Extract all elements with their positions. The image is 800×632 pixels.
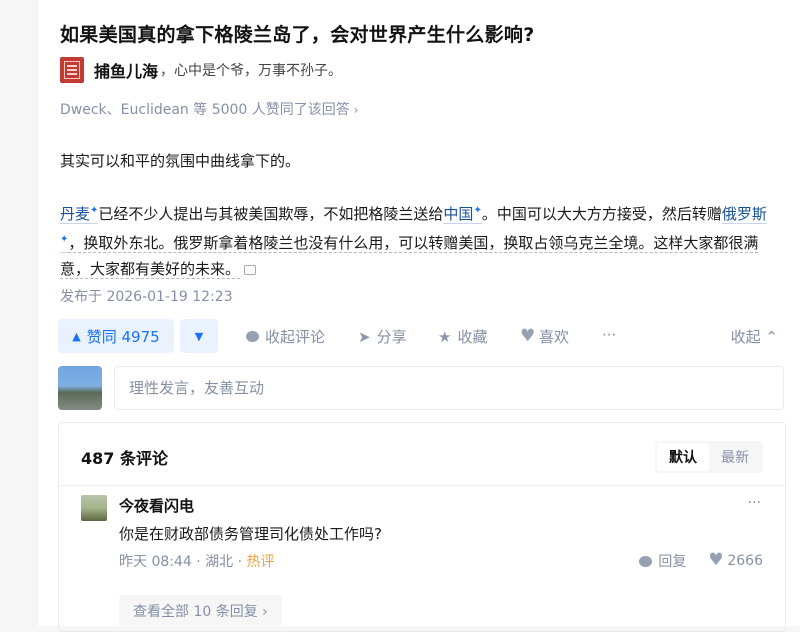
link-china[interactable]: 中国✦ [443,205,482,224]
sort-default-tab[interactable]: 默认 [657,443,709,471]
link-denmark[interactable]: 丹麦✦ [60,205,99,224]
heart-icon [520,326,535,346]
upvote-button[interactable]: ▲ 赞同 4975 [58,319,174,353]
comment-count: 487 条评论 [81,449,168,468]
downvote-button[interactable]: ▼ [180,319,218,353]
comment-location: 湖北 [205,554,234,570]
spark-icon: ✦ [473,205,482,216]
heart-icon[interactable] [708,550,723,570]
reply-button[interactable]: 回复 [658,551,686,571]
chevron-right-icon: › [353,103,359,117]
chevron-up-icon: ⌃ [765,328,778,346]
triangle-down-icon: ▼ [194,329,204,343]
comment-input[interactable]: 理性发言，友善互动 [114,366,784,410]
answer-paragraph-1: 其实可以和平的氛围中曲线拿下的。 [60,152,301,170]
comments-panel: 487 条评论 默认 最新 今夜看闪电 ··· 你是在财政部债务管理司化债处工作… [58,422,786,632]
collapse-button[interactable]: 收起 ⌃ [731,326,778,347]
share-button[interactable]: ➤ 分享 [358,326,407,347]
answer-text-1: 已经不少人提出与其被美国欺辱，不如把格陵兰送给 [98,205,444,223]
answer-text-3: ，换取外东北。俄罗斯拿着格陵兰也没有什么用，可以转赠美国，换取占领乌克兰全境。这… [60,234,759,279]
commenter-name[interactable]: 今夜看闪电 [119,495,194,516]
current-user-avatar[interactable] [58,366,102,410]
inline-comment-icon[interactable] [244,264,257,275]
comment-text: 你是在财政部债务管理司化债处工作吗? [119,525,382,543]
voters-text: Dweck、Euclidean 等 5000 人赞同了该回答 [60,102,350,118]
upvote-label: 赞同 4975 [86,327,160,346]
sort-latest-tab[interactable]: 最新 [709,443,761,471]
comment-time: 昨天 08:44 [119,554,192,570]
comment-like-count: 2666 [727,553,763,569]
view-all-replies-button[interactable]: 查看全部 10 条回复 › [119,595,282,627]
publish-time: 发布于 2026-01-19 12:23 [60,289,233,305]
answer-text-2: 。中国可以大大方方接受，然后转赠 [481,205,722,223]
comment-more-icon[interactable]: ··· [748,495,761,511]
comment-sort-toggle: 默认 最新 [655,441,763,473]
author-bio: ，心中是个爷，万事不孙子。 [160,63,343,79]
hot-badge: 热评 [246,554,275,570]
share-icon: ➤ [358,327,371,346]
star-icon: ★ [438,327,452,346]
favorite-button[interactable]: ★ 收藏 [438,326,487,347]
comment-meta: 昨天 08:44 · 湖北 · 热评 [119,554,275,570]
reply-bubble-icon [639,555,653,567]
more-icon: ··· [602,326,617,344]
author-avatar[interactable] [60,57,84,83]
comment-bubble-icon [246,331,259,342]
commenter-avatar[interactable] [81,495,107,521]
comment-actions: 回复 2666 [639,550,763,571]
author-row: 捕鱼儿海 ，心中是个爷，万事不孙子。 [60,55,342,85]
like-button[interactable]: 喜欢 [520,326,569,347]
triangle-up-icon: ▲ [72,329,81,343]
voters-summary[interactable]: Dweck、Euclidean 等 5000 人赞同了该回答 › [60,99,359,119]
author-name[interactable]: 捕鱼儿海 [94,58,158,82]
answer-paragraph-2: 丹麦✦已经不少人提出与其被美国欺辱，不如把格陵兰送给中国✦。中国可以大大方方接受… [60,198,780,282]
divider [59,485,785,486]
answer-card: 如果美国真的拿下格陵兰岛了，会对世界产生什么影响? 捕鱼儿海 ，心中是个爷，万事… [38,0,800,632]
collapse-comments-button[interactable]: 收起评论 [246,326,325,347]
more-button[interactable]: ··· [602,326,616,344]
question-title[interactable]: 如果美国真的拿下格陵兰岛了，会对世界产生什么影响? [60,20,535,47]
